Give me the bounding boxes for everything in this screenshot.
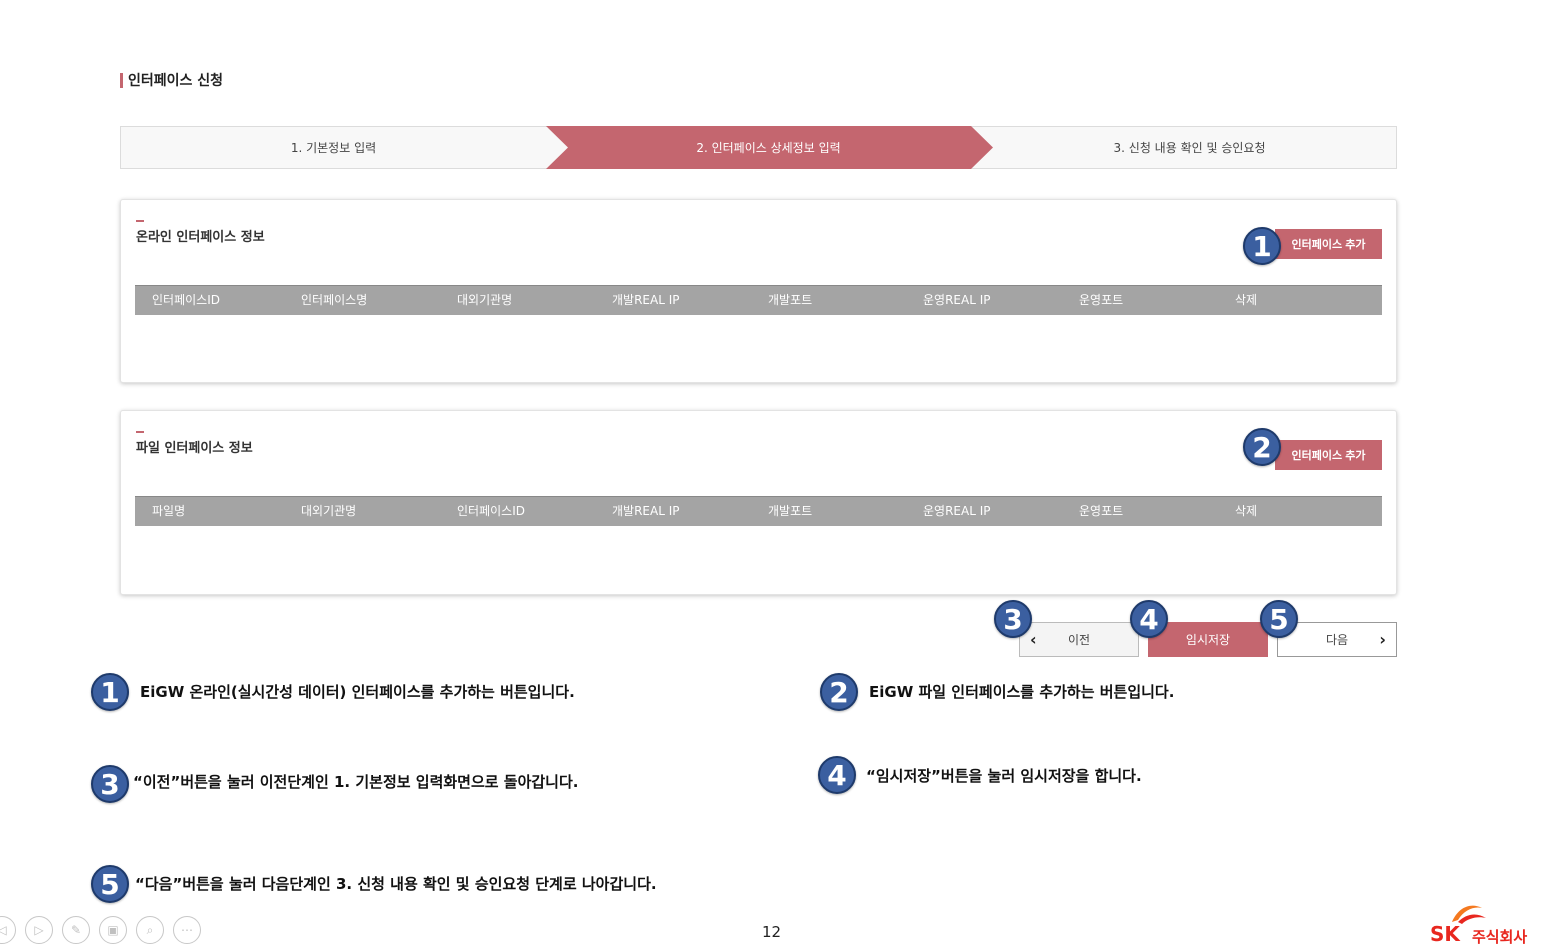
column-header[interactable]: 개발포트 — [768, 497, 812, 527]
sk-brand-text: SK — [1430, 922, 1460, 946]
slideshow-toolbar: ◁ ▷ ✎ ▣ ⌕ ⋯ — [0, 916, 201, 946]
column-header[interactable]: 개발포트 — [768, 286, 812, 316]
file-table-header: 파일명 대외기관명 인터페이스ID 개발REAL IP 개발포트 운영REAL … — [135, 496, 1382, 526]
page-title-text: 인터페이스 신청 — [128, 73, 224, 89]
online-interface-panel: 온라인 인터페이스 정보 인터페이스 추가 인터페이스ID 인터페이스명 대외기… — [120, 199, 1397, 383]
desc-badge-4: 4 — [818, 756, 856, 794]
desc-badge-2: 2 — [820, 673, 858, 711]
desc-badge-1: 1 — [91, 673, 129, 711]
page-title: 인터페이스 신청 — [120, 70, 223, 90]
add-online-interface-button[interactable]: 인터페이스 추가 — [1275, 229, 1382, 259]
prev-button[interactable]: ‹ 이전 — [1019, 622, 1139, 657]
step-indicator: 1. 기본정보 입력 2. 인터페이스 상세정보 입력 3. 신청 내용 확인 … — [120, 126, 1397, 169]
slides-icon[interactable]: ▣ — [99, 916, 127, 944]
description-5: “다음”버튼을 눌러 다음단계인 3. 신청 내용 확인 및 승인요청 단계로 … — [135, 875, 657, 893]
add-file-interface-button[interactable]: 인터페이스 추가 — [1275, 440, 1382, 470]
chevron-right-icon: › — [1379, 630, 1386, 649]
description-1: EiGW 온라인(실시간성 데이터) 인터페이스를 추가하는 버튼입니다. — [140, 683, 575, 701]
callout-badge-3: 3 — [994, 600, 1032, 638]
title-accent-bar — [120, 72, 123, 88]
chevron-left-icon: ‹ — [1030, 630, 1037, 649]
zoom-icon[interactable]: ⌕ — [136, 916, 164, 944]
column-header[interactable]: 개발REAL IP — [612, 497, 680, 527]
next-button-label: 다음 — [1325, 633, 1349, 647]
column-header[interactable]: 운영REAL IP — [923, 497, 991, 527]
column-header[interactable]: 대외기관명 — [301, 497, 356, 527]
file-interface-panel: 파일 인터페이스 정보 인터페이스 추가 파일명 대외기관명 인터페이스ID 개… — [120, 410, 1397, 595]
column-header[interactable]: 삭제 — [1235, 497, 1257, 527]
pen-icon[interactable]: ✎ — [62, 916, 90, 944]
step-basic-info: 1. 기본정보 입력 — [290, 141, 377, 155]
page-number: 12 — [762, 923, 782, 941]
prev-button-label: 이전 — [1067, 633, 1091, 647]
column-header[interactable]: 운영포트 — [1079, 286, 1123, 316]
play-icon[interactable]: ▷ — [25, 916, 53, 944]
arrow-left-icon[interactable]: ◁ — [0, 916, 16, 944]
desc-badge-5: 5 — [91, 865, 129, 903]
callout-badge-2: 2 — [1243, 428, 1281, 466]
desc-badge-3: 3 — [91, 765, 129, 803]
step-confirm-approval: 3. 신청 내용 확인 및 승인요청 — [1113, 141, 1266, 155]
column-header[interactable]: 인터페이스명 — [301, 286, 367, 316]
callout-badge-5: 5 — [1260, 600, 1298, 638]
description-2: EiGW 파일 인터페이스를 추가하는 버튼입니다. — [869, 683, 1175, 701]
callout-badge-1: 1 — [1243, 227, 1281, 265]
column-header[interactable]: 운영포트 — [1079, 497, 1123, 527]
description-3: “이전”버튼을 눌러 이전단계인 1. 기본정보 입력화면으로 돌아갑니다. — [133, 773, 579, 791]
column-header[interactable]: 인터페이스ID — [152, 286, 220, 316]
column-header[interactable]: 운영REAL IP — [923, 286, 991, 316]
column-header[interactable]: 삭제 — [1235, 286, 1257, 316]
temp-save-button-label: 임시저장 — [1185, 633, 1231, 647]
more-icon[interactable]: ⋯ — [173, 916, 201, 944]
column-header[interactable]: 파일명 — [152, 497, 185, 527]
online-panel-title: 온라인 인터페이스 정보 — [136, 220, 265, 245]
column-header[interactable]: 인터페이스ID — [457, 497, 525, 527]
online-table-header: 인터페이스ID 인터페이스명 대외기관명 개발REAL IP 개발포트 운영RE… — [135, 285, 1382, 315]
sk-company-text: 주식회사 — [1472, 928, 1528, 946]
file-panel-title: 파일 인터페이스 정보 — [136, 431, 253, 456]
column-header[interactable]: 개발REAL IP — [612, 286, 680, 316]
description-4: “임시저장”버튼을 눌러 임시저장을 합니다. — [866, 767, 1142, 785]
callout-badge-4: 4 — [1130, 600, 1168, 638]
column-header[interactable]: 대외기관명 — [457, 286, 512, 316]
sk-logo: SK 주식회사 — [1428, 898, 1538, 946]
step-interface-detail: 2. 인터페이스 상세정보 입력 — [696, 141, 841, 155]
